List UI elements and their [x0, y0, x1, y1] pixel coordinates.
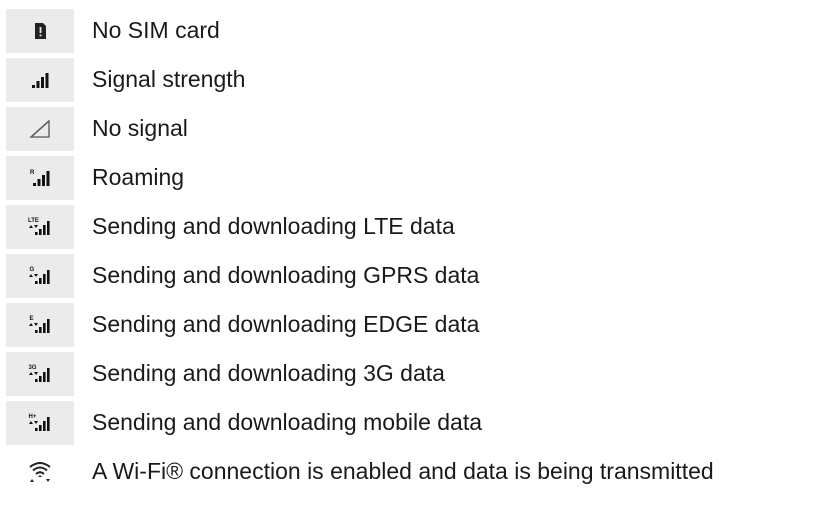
legend-label: Sending and downloading LTE data [92, 213, 455, 239]
status-icon-legend: No SIM card Signal strength No signal R [6, 6, 827, 496]
mobile-data-badge: H+ [29, 414, 37, 420]
legend-row-signal-strength: Signal strength [6, 55, 827, 104]
roaming-icon: R [6, 155, 74, 200]
edge-data-icon: E [6, 302, 74, 347]
legend-row-lte: LTE Sending and downloading LTE data [6, 202, 827, 251]
legend-row-gprs: G Sending and downloading GPRS data [6, 251, 827, 300]
legend-row-wifi: A Wi-Fi® connection is enabled and data … [6, 447, 827, 496]
gprs-data-icon: G [6, 253, 74, 298]
3g-badge: 3G [29, 365, 37, 371]
legend-label: Signal strength [92, 66, 246, 92]
no-signal-icon [6, 106, 74, 151]
legend-row-3g: 3G Sending and downloading 3G data [6, 349, 827, 398]
legend-label: Sending and downloading 3G data [92, 360, 445, 386]
legend-label: Roaming [92, 164, 185, 190]
legend-row-no-sim: No SIM card [6, 6, 827, 55]
legend-label: No signal [92, 115, 188, 141]
wifi-data-icon [6, 449, 74, 494]
no-sim-card-icon [6, 8, 74, 53]
legend-label: A Wi-Fi® connection is enabled and data … [92, 458, 714, 484]
3g-data-icon: 3G [6, 351, 74, 396]
lte-badge: LTE [28, 218, 39, 224]
lte-data-icon: LTE [6, 204, 74, 249]
gprs-badge: G [30, 267, 35, 273]
roaming-badge: R [30, 170, 35, 176]
legend-row-mobile-data: H+ Sending and downloading mobile data [6, 398, 827, 447]
edge-badge: E [30, 316, 34, 322]
legend-row-edge: E Sending and downloading EDGE data [6, 300, 827, 349]
legend-label: Sending and downloading mobile data [92, 409, 483, 435]
legend-label: No SIM card [92, 17, 220, 43]
legend-label: Sending and downloading GPRS data [92, 262, 480, 288]
signal-strength-icon [6, 57, 74, 102]
mobile-data-icon: H+ [6, 400, 74, 445]
legend-row-roaming: R Roaming [6, 153, 827, 202]
legend-row-no-signal: No signal [6, 104, 827, 153]
legend-label: Sending and downloading EDGE data [92, 311, 480, 337]
